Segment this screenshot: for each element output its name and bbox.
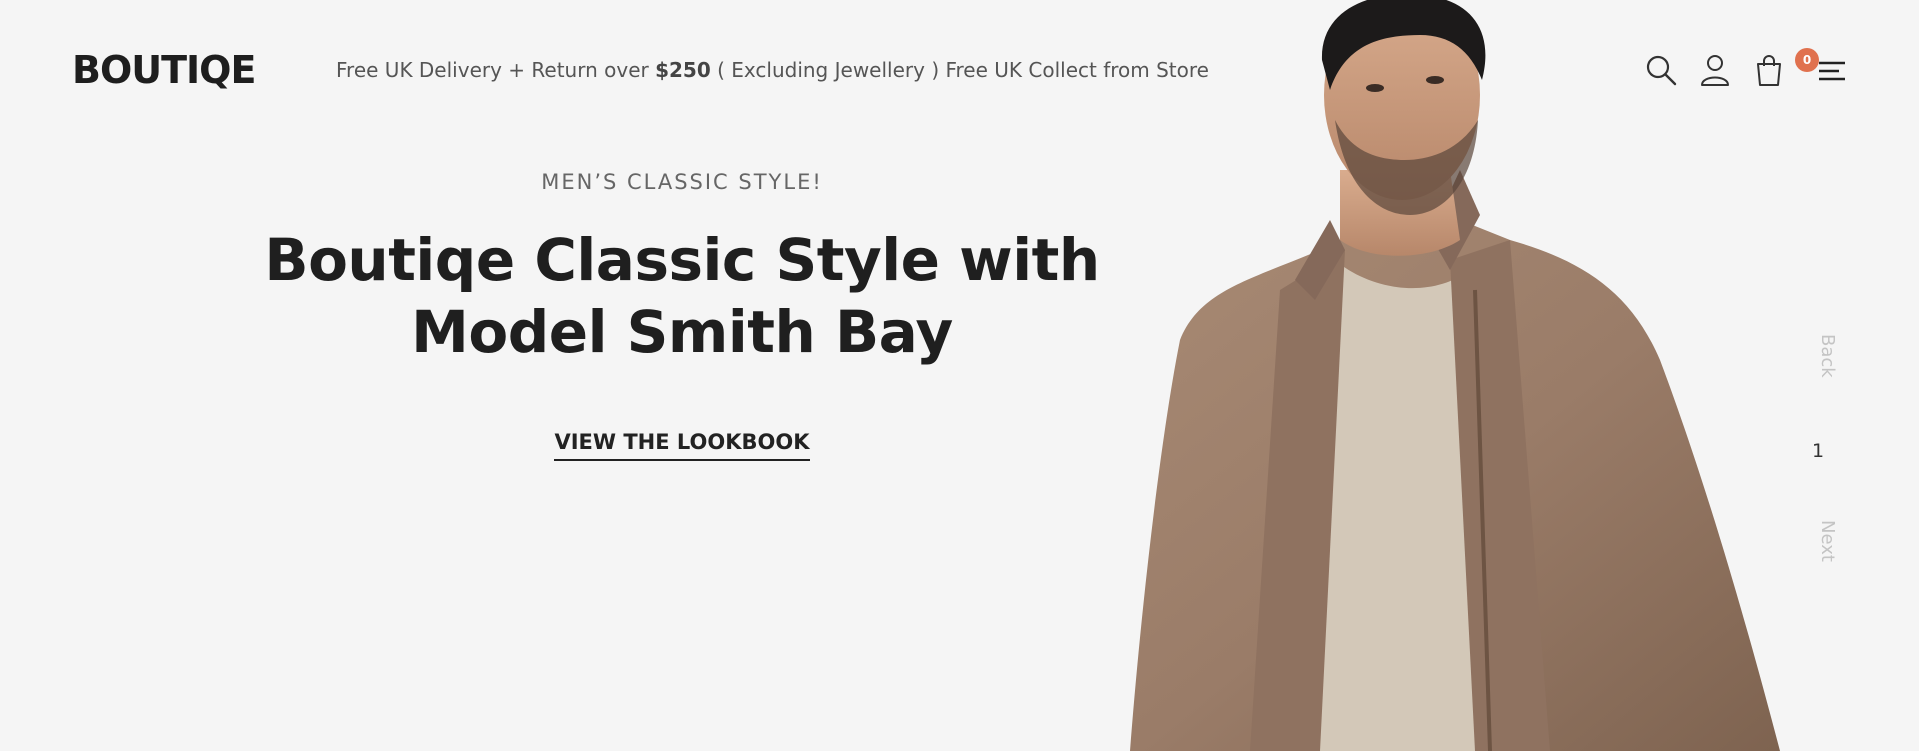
slider-navigation: Back 1 Next: [1790, 320, 1850, 580]
slider-next-button[interactable]: Next: [1802, 520, 1838, 562]
hero-content: MEN’S CLASSIC STYLE! Boutiqe Classic Sty…: [232, 170, 1132, 461]
slider-page-indicator: 1: [1812, 440, 1825, 462]
slider-back-button[interactable]: Back: [1802, 334, 1838, 378]
hero-eyebrow: MEN’S CLASSIC STYLE!: [541, 170, 823, 194]
hero-title-line-1: Boutiqe Classic Style with: [264, 226, 1100, 294]
hamburger-menu-icon[interactable]: [1817, 60, 1847, 82]
brand-logo[interactable]: BOUTIQE: [72, 48, 256, 92]
view-lookbook-link[interactable]: VIEW THE LOOKBOOK: [554, 430, 810, 461]
promo-amount: $250: [655, 58, 711, 82]
promo-banner: Free UK Delivery + Return over $250 ( Ex…: [336, 58, 1209, 82]
hero-model-image: [1130, 0, 1790, 751]
hero-title-line-2: Model Smith Bay: [411, 298, 953, 366]
promo-text-before: Free UK Delivery + Return over: [336, 58, 656, 82]
hero-title: Boutiqe Classic Style with Model Smith B…: [232, 224, 1132, 368]
cart-count-badge: 0: [1795, 48, 1819, 72]
